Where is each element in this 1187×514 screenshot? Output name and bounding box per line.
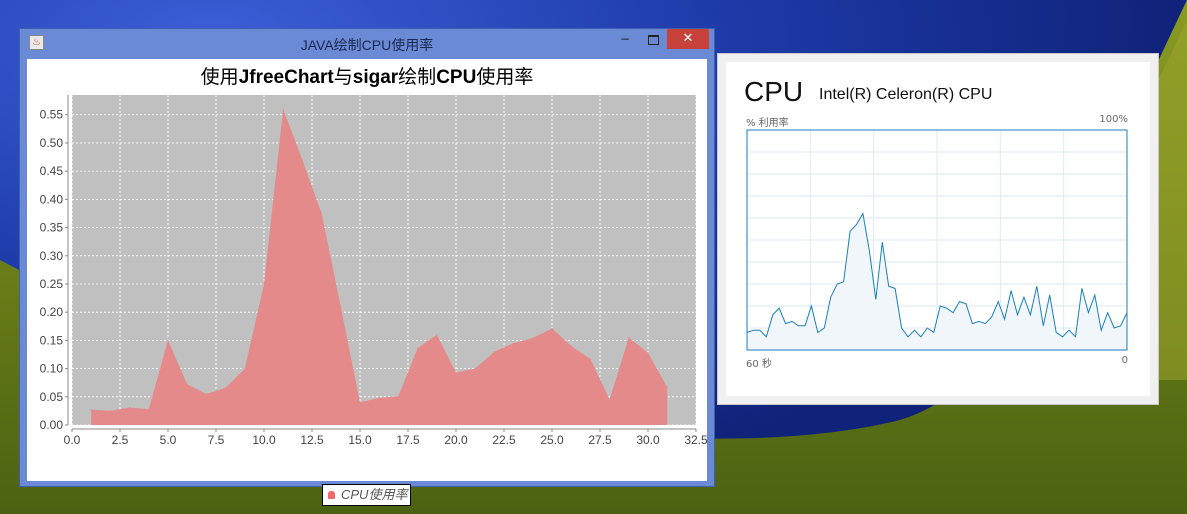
x-tick-label: 0.0 xyxy=(64,433,81,447)
y-tick-label: 0.50 xyxy=(40,136,64,150)
data-point xyxy=(628,336,630,339)
data-point xyxy=(359,401,361,404)
task-manager-cpu-panel: CPU Intel(R) Celeron(R) CPU % 利用率 100% 6… xyxy=(717,53,1159,405)
y-tick-label: 0.40 xyxy=(40,192,64,206)
legend-label: CPU使用率 xyxy=(341,487,408,502)
y-tick-label: 0.25 xyxy=(40,277,64,291)
task-manager-content: CPU Intel(R) Celeron(R) CPU % 利用率 100% 6… xyxy=(726,62,1150,396)
x-tick-label: 25.0 xyxy=(540,433,564,447)
data-point xyxy=(263,283,265,285)
y-tick-label: 0.35 xyxy=(40,221,64,235)
x-tick-label: 32.5 xyxy=(684,433,707,447)
data-point xyxy=(282,108,284,110)
data-point xyxy=(225,387,227,389)
x-tick-label: 22.5 xyxy=(492,433,516,447)
y-tick-label: 0.45 xyxy=(40,164,64,178)
x-tick-label: 10.0 xyxy=(252,433,276,447)
data-point xyxy=(551,327,553,330)
x-tick-label: 30.0 xyxy=(636,433,660,447)
data-point xyxy=(609,399,611,401)
data-point xyxy=(436,334,438,336)
data-point xyxy=(90,409,92,411)
x-tick-label: 7.5 xyxy=(208,433,225,447)
data-point xyxy=(340,305,342,308)
data-point xyxy=(321,212,323,215)
x-tick-label: 20.0 xyxy=(444,433,468,447)
data-point xyxy=(167,339,169,341)
data-point xyxy=(205,393,207,395)
data-point xyxy=(455,371,457,374)
chart-legend: CPU使用率 xyxy=(322,484,411,506)
data-point xyxy=(570,345,572,347)
data-point xyxy=(186,383,188,385)
y-tick-label: 0.20 xyxy=(40,305,64,319)
data-point xyxy=(244,367,246,370)
data-point xyxy=(513,342,515,344)
chart-panel: 使用JfreeChart与sigar绘制CPU使用率 0.0 2.5 5.0 7.5 1… xyxy=(27,59,707,506)
graph-time-start: 60 秒 xyxy=(746,359,772,370)
data-point xyxy=(666,386,668,388)
y-tick-label: 0.30 xyxy=(40,249,64,263)
cpu-usage-chart: 0.0 2.5 5.0 7.5 10.0 12.5 15.0 17.5 20.0 22.5 25.0… xyxy=(40,95,707,447)
cpu-heading: CPU xyxy=(744,76,804,107)
data-point xyxy=(301,159,303,161)
data-point xyxy=(129,406,131,409)
graph-time-end: 0 xyxy=(1121,355,1128,366)
utilization-label: % 利用率 xyxy=(746,118,789,129)
window-title: JAVA绘制CPU使用率 xyxy=(300,37,434,53)
java-chart-window[interactable]: ♨ JAVA绘制CPU使用率 − ✕ 使用JfreeChart与sigar绘制C… xyxy=(19,28,715,506)
data-point xyxy=(474,367,476,370)
legend-swatch xyxy=(328,491,335,499)
x-tick-label: 27.5 xyxy=(588,433,612,447)
cpu-utilization-graph xyxy=(746,129,1128,351)
cpu-model: Intel(R) Celeron(R) CPU xyxy=(819,86,993,103)
data-point xyxy=(378,397,380,399)
window-titlebar[interactable]: ♨ JAVA绘制CPU使用率 − ✕ xyxy=(20,29,714,58)
data-point xyxy=(417,347,419,349)
x-tick-label: 12.5 xyxy=(300,433,324,447)
utilization-max-label: 100% xyxy=(1099,114,1128,125)
x-tick-label: 17.5 xyxy=(396,433,420,447)
close-button[interactable]: ✕ xyxy=(667,29,709,49)
y-tick-label: 0.05 xyxy=(40,390,64,404)
data-point xyxy=(647,352,649,354)
x-tick-label: 5.0 xyxy=(160,433,177,447)
x-tick-label: 2.5 xyxy=(112,433,129,447)
data-point xyxy=(397,395,399,397)
data-point xyxy=(148,408,150,410)
data-point xyxy=(109,410,111,412)
y-tick-label: 0.55 xyxy=(40,108,64,122)
y-tick-label: 0.15 xyxy=(40,333,64,347)
maximize-icon xyxy=(647,34,659,45)
y-tick-label: 0.00 xyxy=(40,418,64,432)
data-point xyxy=(532,337,534,339)
y-tick-label: 0.10 xyxy=(40,362,64,376)
x-tick-label: 15.0 xyxy=(348,433,372,447)
data-point xyxy=(493,351,495,353)
minimize-button[interactable]: − xyxy=(612,29,638,49)
data-point xyxy=(589,358,592,360)
maximize-button[interactable] xyxy=(640,29,666,49)
